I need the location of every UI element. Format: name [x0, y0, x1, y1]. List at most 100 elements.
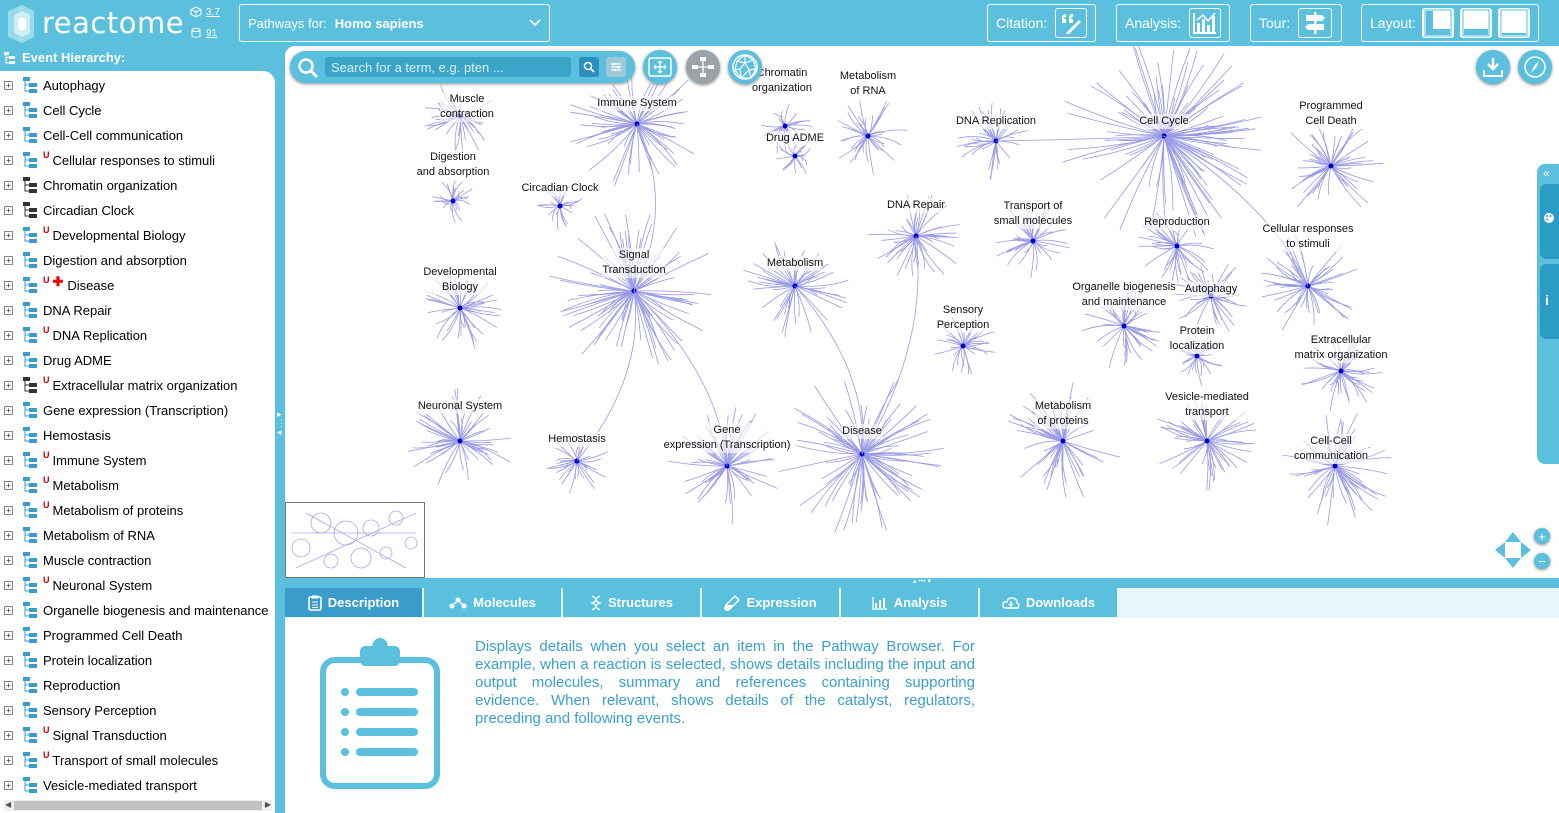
- expand-icon[interactable]: +: [4, 155, 13, 165]
- pathway-label[interactable]: Drug ADME: [765, 131, 825, 146]
- pathway-node[interactable]: [1030, 238, 1036, 244]
- pathway-label[interactable]: Sensory Perception: [936, 303, 990, 333]
- pathway-label[interactable]: Cell-Cell communication: [1294, 434, 1368, 464]
- expand-icon[interactable]: +: [4, 580, 13, 590]
- zoom-out-button[interactable]: −: [1534, 553, 1550, 569]
- expand-icon[interactable]: +: [4, 755, 13, 765]
- sidebar-item[interactable]: + U Signal Transduction: [4, 724, 167, 746]
- sidebar-item[interactable]: + U DNA Replication: [4, 324, 147, 346]
- pathway-label[interactable]: Protein localization: [1169, 324, 1225, 354]
- layout-full-icon[interactable]: [1497, 8, 1530, 38]
- pathway-node[interactable]: [782, 123, 788, 129]
- pathway-label[interactable]: Organelle biogenesis and maintenance: [1072, 280, 1176, 310]
- search-input[interactable]: [325, 57, 571, 77]
- sidebar-item[interactable]: + Autophagy: [4, 74, 105, 96]
- species-selector[interactable]: Pathways for: Homo sapiens: [239, 4, 550, 42]
- pathway-label[interactable]: DNA Replication: [955, 114, 1037, 129]
- expand-icon[interactable]: +: [4, 205, 13, 215]
- expand-icon[interactable]: +: [4, 105, 13, 115]
- diagram-thumbnail[interactable]: [285, 502, 425, 578]
- expand-icon[interactable]: +: [4, 230, 13, 240]
- pathway-label[interactable]: Vesicle-mediated transport: [1165, 390, 1249, 420]
- pathway-label[interactable]: Gene expression (Transcription): [663, 423, 791, 453]
- release-info[interactable]: 91: [190, 27, 217, 39]
- expand-icon[interactable]: +: [4, 530, 13, 540]
- network-view-button[interactable]: [686, 50, 720, 84]
- pathway-label[interactable]: Neuronal System: [417, 399, 503, 414]
- pathway-node[interactable]: [457, 438, 463, 444]
- expand-icon[interactable]: +: [4, 505, 13, 515]
- sidebar-item[interactable]: + U Cellular responses to stimuli: [4, 149, 215, 171]
- pathway-node[interactable]: [1174, 243, 1180, 249]
- tab-molecules[interactable]: Molecules: [424, 588, 561, 617]
- pathway-node[interactable]: [865, 133, 871, 139]
- sidebar-item[interactable]: + Muscle contraction: [4, 549, 151, 571]
- search-button[interactable]: [579, 57, 599, 77]
- expand-icon[interactable]: +: [4, 355, 13, 365]
- pathway-node[interactable]: [792, 153, 798, 159]
- expand-icon[interactable]: +: [4, 630, 13, 640]
- search-options-button[interactable]: [606, 57, 626, 77]
- expand-icon[interactable]: +: [4, 430, 13, 440]
- analysis-button[interactable]: Analysis:: [1116, 4, 1230, 42]
- sidebar-item[interactable]: + Sensory Perception: [4, 699, 156, 721]
- sidebar-item[interactable]: + Hemostasis: [4, 424, 111, 446]
- sidebar-item[interactable]: + Vesicle-mediated transport: [4, 774, 197, 796]
- sidebar-item[interactable]: + Digestion and absorption: [4, 249, 187, 271]
- pathway-label[interactable]: Extracellular matrix organization: [1294, 333, 1388, 363]
- sidebar-resize-handle[interactable]: ▸ ⋮ ◂: [277, 410, 286, 450]
- sidebar-item[interactable]: + U Metabolism of proteins: [4, 499, 183, 521]
- pathway-node[interactable]: [457, 305, 463, 311]
- sidebar-item[interactable]: + U Developmental Biology: [4, 224, 185, 246]
- layout-left-icon[interactable]: [1421, 8, 1454, 38]
- tour-button[interactable]: Tour:: [1250, 4, 1342, 42]
- info-tab[interactable]: i: [1540, 264, 1559, 339]
- pathway-overview-diagram[interactable]: Muscle contraction Immune System Chromatin…: [285, 46, 1559, 578]
- sidebar-item[interactable]: + U Immune System: [4, 449, 146, 471]
- sidebar-item[interactable]: + U Neuronal System: [4, 574, 152, 596]
- expand-icon[interactable]: +: [4, 80, 13, 90]
- scroll-left-icon[interactable]: ◀: [5, 800, 11, 809]
- pathway-node[interactable]: [1328, 163, 1334, 169]
- tab-downloads[interactable]: Downloads: [980, 588, 1117, 617]
- tab-expression[interactable]: Expression: [702, 588, 839, 617]
- version-info[interactable]: 3.7: [190, 6, 220, 18]
- sidebar-item[interactable]: + DNA Repair: [4, 299, 112, 321]
- sidebar-item[interactable]: + Cell Cycle: [4, 99, 102, 121]
- pathway-node[interactable]: [1338, 368, 1344, 374]
- pathway-label[interactable]: Signal Transduction: [602, 248, 666, 278]
- pathway-label[interactable]: Hemostasis: [548, 432, 606, 447]
- pathway-node[interactable]: [1332, 463, 1338, 469]
- sidebar-item[interactable]: + Reproduction: [4, 674, 120, 696]
- zoom-in-button[interactable]: +: [1534, 528, 1550, 544]
- expand-icon[interactable]: +: [4, 280, 13, 290]
- expand-icon[interactable]: +: [4, 255, 13, 265]
- expand-icon[interactable]: +: [4, 405, 13, 415]
- scrollbar-thumb[interactable]: [14, 801, 262, 810]
- fit-diagram-button[interactable]: [643, 50, 677, 84]
- pathway-node[interactable]: [1121, 323, 1127, 329]
- pathway-label[interactable]: Cellular responses to stimuli: [1262, 222, 1354, 252]
- horizontal-scrollbar[interactable]: ◀ ▶: [4, 800, 272, 811]
- pathway-graph[interactable]: [285, 46, 1559, 578]
- pathway-node[interactable]: [1060, 438, 1066, 444]
- expand-icon[interactable]: +: [4, 655, 13, 665]
- pathway-label[interactable]: Circadian Clock: [521, 181, 599, 196]
- expand-icon[interactable]: +: [4, 455, 13, 465]
- pathway-node[interactable]: [450, 198, 456, 204]
- pathway-label[interactable]: Muscle contraction: [440, 92, 494, 122]
- pathway-label[interactable]: DNA Repair: [886, 198, 946, 213]
- collapse-icon[interactable]: «: [1543, 166, 1550, 180]
- sidebar-item[interactable]: + Protein localization: [4, 649, 152, 671]
- pathway-node[interactable]: [1204, 438, 1210, 444]
- pathway-label[interactable]: Immune System: [597, 96, 677, 111]
- citation-button[interactable]: Citation:: [987, 4, 1096, 42]
- expand-icon[interactable]: +: [4, 380, 13, 390]
- sidebar-item[interactable]: + Drug ADME: [4, 349, 112, 371]
- fireworks-view-button[interactable]: [728, 50, 762, 84]
- pan-control[interactable]: [1493, 530, 1533, 570]
- side-panel-handle[interactable]: « i: [1537, 164, 1559, 464]
- expand-icon[interactable]: +: [4, 305, 13, 315]
- sidebar-item[interactable]: + Chromatin organization: [4, 174, 177, 196]
- reactome-logo[interactable]: reactome: [4, 2, 184, 44]
